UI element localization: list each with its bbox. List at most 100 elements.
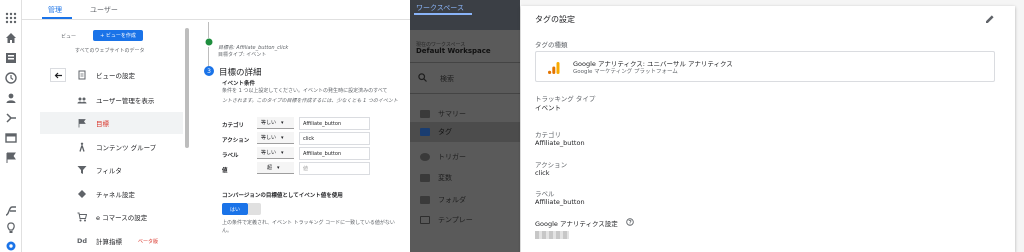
tag-type-subtitle: Google マーケティング プラットフォーム — [573, 69, 678, 75]
event-conditions-heading: イベント条件 — [222, 81, 256, 87]
menu-item-channel-settings[interactable]: チャネル設定 — [40, 183, 183, 205]
menu-item-calculated-metrics[interactable]: Dd 計算指標 ベータ版 — [40, 230, 183, 252]
beta-badge: ベータ版 — [138, 238, 159, 245]
filter-icon — [77, 166, 87, 174]
condition-value-input[interactable]: 値 — [299, 162, 370, 175]
apps-icon[interactable] — [5, 12, 17, 24]
operator-value: 等しい — [261, 150, 277, 156]
menu-label: チャネル設定 — [96, 191, 135, 199]
action-label: アクション — [535, 161, 568, 169]
operator-select[interactable]: 等しい ▾ — [257, 117, 294, 129]
users-icon — [77, 97, 87, 104]
condition-label: ラベル — [222, 153, 239, 159]
workspace-selector[interactable]: Default Workspace — [416, 47, 491, 55]
operator-value: 等しい — [261, 135, 277, 141]
create-view-button[interactable]: + ビューを作成 — [93, 30, 143, 41]
active-tab-indicator — [414, 13, 472, 15]
behavior-icon[interactable] — [5, 132, 17, 144]
view-label: ビュー — [61, 34, 77, 40]
tracking-type-value: イベント — [535, 104, 561, 112]
menu-item-ecommerce-settings[interactable]: e コマースの設定 — [40, 206, 183, 228]
tag-type-selector[interactable]: Google アナリティクス: ユニバーサル アナリティクス Google マー… — [535, 51, 995, 82]
checkmark-icon — [205, 38, 213, 46]
divider — [410, 93, 520, 94]
search-input[interactable]: 検索 — [440, 74, 454, 84]
step-line — [208, 22, 209, 38]
label-label: ラベル — [535, 190, 555, 198]
ga-settings-label: Google アナリティクス設定 — [535, 220, 618, 228]
menu-label: ビューの設定 — [96, 72, 135, 80]
workspace-tab[interactable]: ワークスペース — [416, 3, 464, 13]
discover-icon[interactable] — [5, 222, 17, 234]
use-value-toggle[interactable]: はい — [222, 203, 248, 215]
toggle-off-side[interactable] — [248, 203, 261, 215]
redacted-value — [535, 231, 569, 239]
nav-overview[interactable]: サマリー — [438, 109, 466, 119]
cart-icon — [77, 212, 87, 222]
edit-pencil-icon[interactable] — [985, 14, 995, 24]
condition-label: 値 — [222, 168, 228, 174]
menu-label: 目標 — [96, 120, 109, 128]
menu-item-user-management[interactable]: ユーザー管理を表示 — [40, 89, 183, 111]
menu-item-goals[interactable]: 目標 — [40, 112, 183, 134]
gtm-header: ワークスペース — [410, 0, 520, 30]
realtime-icon[interactable] — [5, 72, 17, 84]
nav-folders[interactable]: フォルダ — [438, 195, 466, 205]
divider — [410, 62, 520, 63]
use-value-note: 上の条件で定義され、イベント トラッキング コードに一致している値がない — [222, 220, 395, 226]
view-selector[interactable]: すべてのウェブサイトのデータ — [75, 47, 144, 54]
step-line — [208, 47, 209, 67]
channel-icon — [78, 190, 86, 198]
attribution-icon[interactable] — [5, 205, 17, 217]
nav-tags[interactable]: タグ — [438, 127, 452, 137]
customization-icon[interactable] — [5, 52, 17, 64]
operator-select[interactable]: 超 ▾ — [257, 162, 294, 174]
nav-templates[interactable]: テンプレー — [438, 215, 473, 225]
use-value-note: ん。 — [222, 228, 233, 234]
folder-icon — [420, 196, 430, 204]
nav-triggers[interactable]: トリガー — [438, 152, 466, 162]
condition-value-input[interactable]: click — [299, 132, 370, 145]
tag-type-label: タグの種類 — [535, 41, 568, 49]
menu-item-filters[interactable]: フィルタ — [40, 159, 183, 181]
prev-goal-type: 目標タイプ: イベント — [218, 52, 267, 58]
category-label: カテゴリ — [535, 131, 561, 139]
person-walk-icon — [79, 142, 85, 152]
operator-value: 等しい — [261, 120, 277, 126]
active-tab-indicator — [42, 17, 72, 19]
prev-goal-name: 目標名: Affiliate_button_click — [218, 45, 289, 51]
menu-scrollbar[interactable] — [185, 28, 189, 148]
template-icon — [420, 216, 430, 224]
conditions-description: ントされます。このタイプの目標を作成するには、少なくとも 1 つのイベント — [222, 98, 398, 104]
step-number-badge: 3 — [204, 66, 214, 76]
google-analytics-icon — [548, 62, 560, 74]
dd-icon: Dd — [76, 237, 88, 245]
overview-icon — [420, 110, 430, 118]
help-icon[interactable] — [626, 218, 634, 226]
condition-value-input[interactable]: Affiliate_button — [299, 117, 370, 130]
menu-item-content-grouping[interactable]: コンテンツ グループ — [40, 136, 183, 158]
search-icon[interactable] — [418, 73, 427, 82]
operator-select[interactable]: 等しい ▾ — [257, 132, 294, 144]
nav-variables[interactable]: 変数 — [438, 173, 452, 183]
admin-gear-icon[interactable] — [5, 240, 17, 252]
operator-select[interactable]: 等しい ▾ — [257, 147, 294, 159]
action-value: click — [535, 169, 550, 177]
menu-label: e コマースの設定 — [96, 214, 148, 222]
document-icon — [78, 70, 86, 80]
card-title: タグの設定 — [535, 15, 575, 24]
conversions-icon[interactable] — [5, 152, 17, 164]
menu-label: ユーザー管理を表示 — [96, 97, 155, 105]
trigger-icon — [420, 153, 430, 161]
nav-rail — [0, 0, 22, 252]
condition-value-input[interactable]: Affiliate_button — [299, 147, 370, 160]
admin-tabs: 管理 ユーザー — [22, 0, 410, 20]
menu-item-view-settings[interactable]: ビューの設定 — [40, 64, 183, 86]
tab-user[interactable]: ユーザー — [90, 5, 118, 15]
tab-admin[interactable]: 管理 — [48, 5, 62, 15]
audience-icon[interactable] — [5, 92, 17, 104]
acquisition-icon[interactable] — [5, 112, 17, 124]
home-icon[interactable] — [5, 32, 17, 44]
tag-icon — [420, 128, 430, 136]
flag-icon — [78, 119, 86, 128]
